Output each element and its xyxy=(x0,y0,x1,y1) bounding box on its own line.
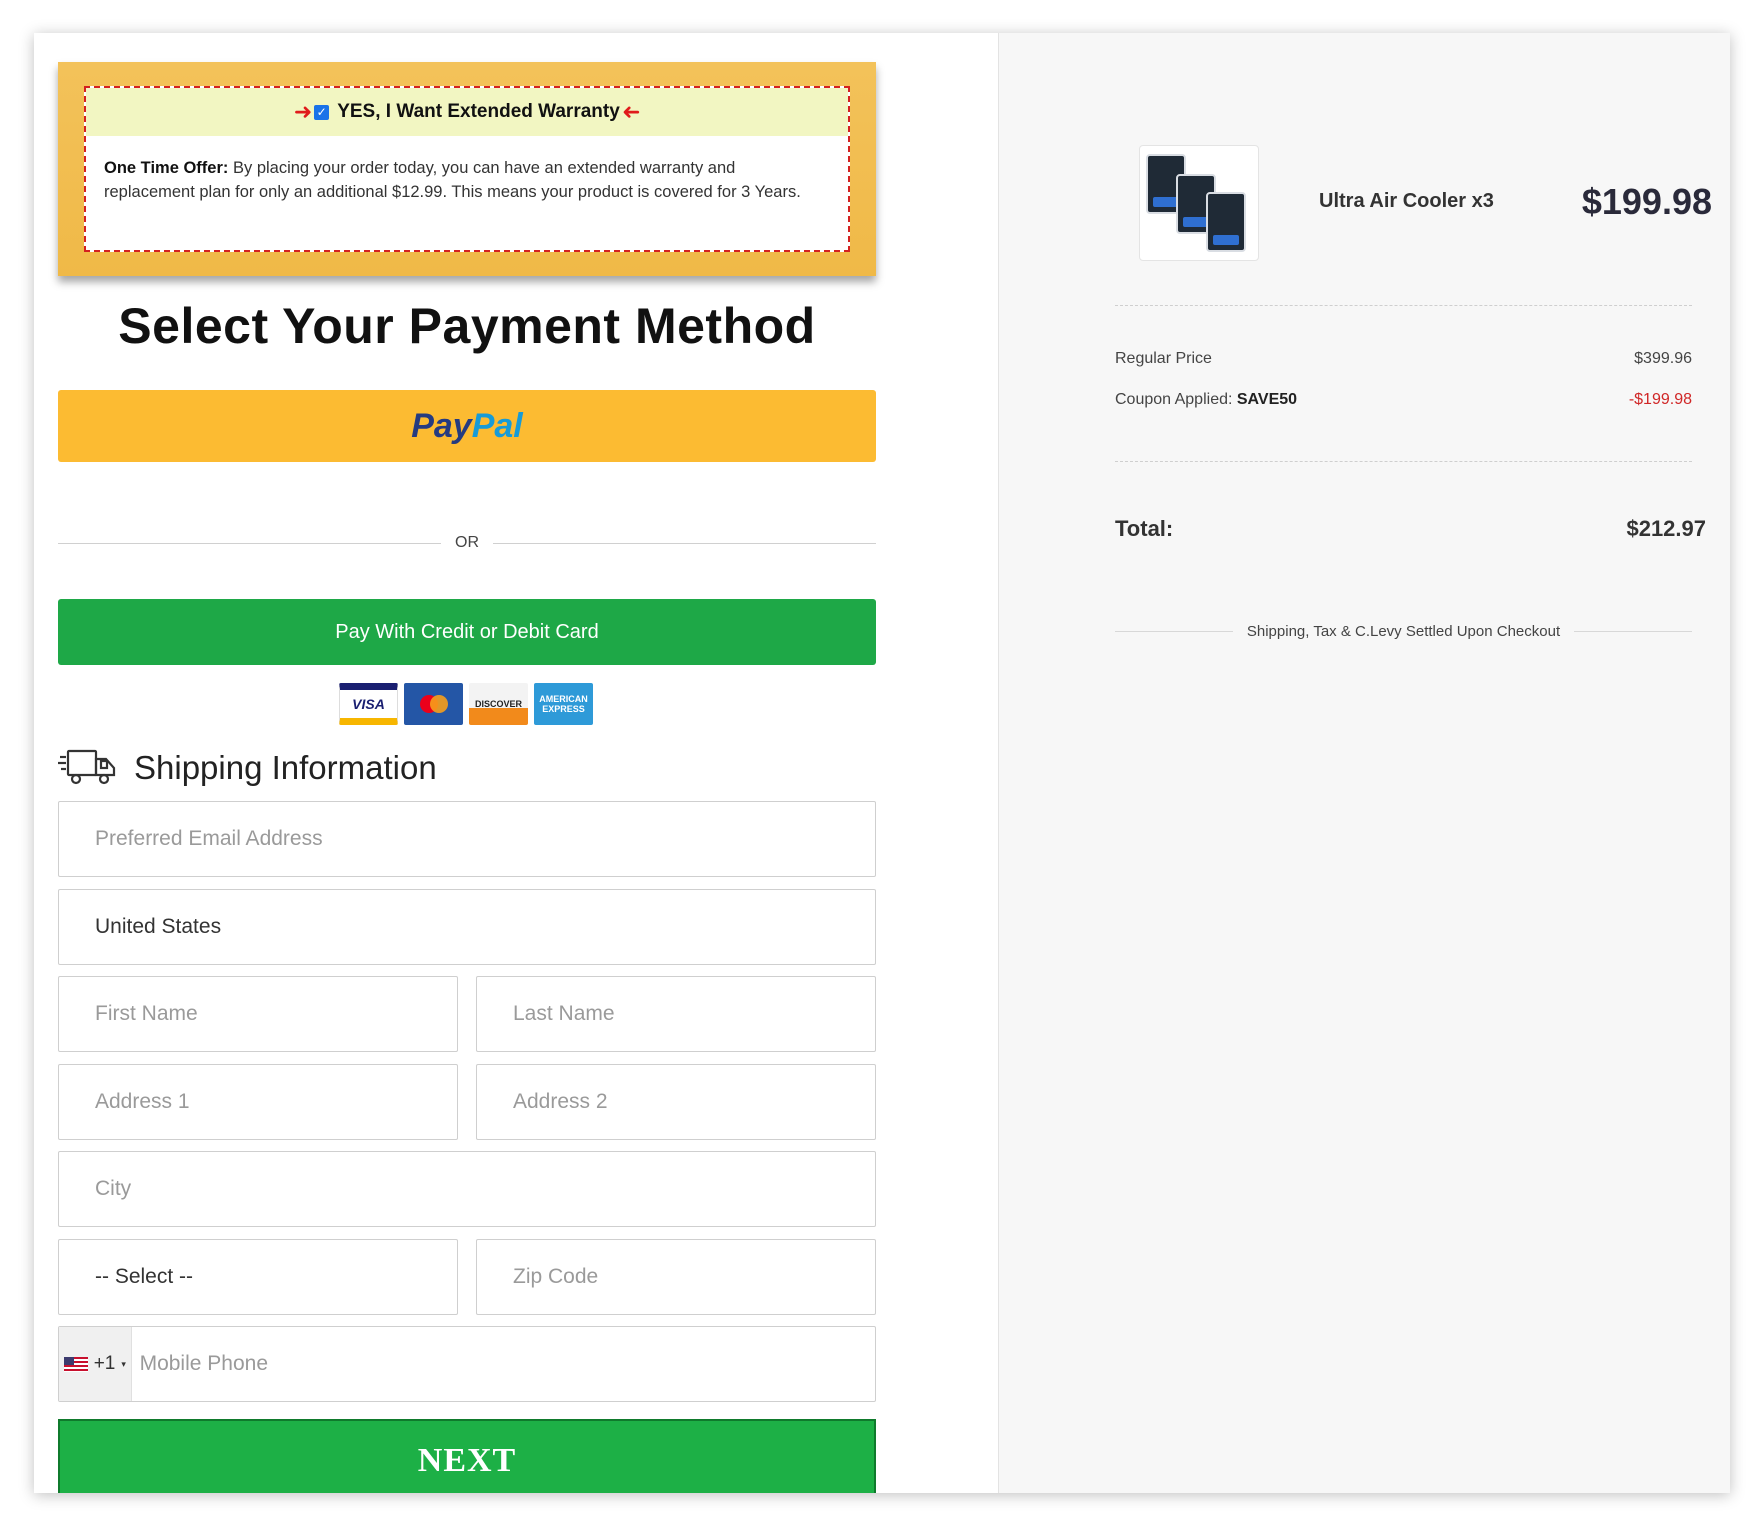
address1-wrap xyxy=(58,1064,458,1140)
product-name: Ultra Air Cooler x3 xyxy=(1319,190,1494,212)
arrow-left-icon: ➜ xyxy=(621,99,641,124)
offer-label: One Time Offer: xyxy=(104,159,229,177)
address1-field[interactable] xyxy=(59,1065,457,1139)
shipping-note-row: Shipping, Tax & C.Levy Settled Upon Chec… xyxy=(1115,623,1692,640)
shipping-header: Shipping Information xyxy=(58,745,437,791)
caret-down-icon: ▾ xyxy=(121,1358,126,1369)
product-image xyxy=(1139,145,1259,261)
last-name-field[interactable] xyxy=(477,977,875,1051)
state-select[interactable]: -- Select -- xyxy=(58,1239,458,1315)
delivery-truck-icon xyxy=(58,745,116,792)
discover-icon: DISCOVER xyxy=(469,683,528,725)
payment-method-title: Select Your Payment Method xyxy=(118,298,816,354)
warranty-heading: YES, I Want Extended Warranty xyxy=(337,101,620,122)
paypal-button[interactable]: Pay Pal xyxy=(58,390,876,462)
summary-divider xyxy=(1115,461,1692,462)
cooler-unit-icon xyxy=(1206,192,1246,252)
shipping-note: Shipping, Tax & C.Levy Settled Upon Chec… xyxy=(1246,623,1561,640)
next-button[interactable]: NEXT xyxy=(58,1419,876,1493)
country-value: United States xyxy=(95,915,222,938)
or-text: OR xyxy=(455,534,479,551)
regular-price-row: Regular Price $399.96 xyxy=(1115,350,1692,368)
card-logos: VISA DISCOVER AMERICAN EXPRESS xyxy=(339,683,593,725)
country-select[interactable]: United States xyxy=(58,889,876,965)
regular-price-label: Regular Price xyxy=(1115,350,1212,367)
checkout-card: ➜ ✓ YES, I Want Extended Warranty ➜ One … xyxy=(34,33,1730,1493)
divider-line xyxy=(1115,631,1233,632)
warranty-heading-row[interactable]: ➜ ✓ YES, I Want Extended Warranty ➜ xyxy=(86,88,848,136)
city-field[interactable] xyxy=(59,1152,875,1226)
email-field-wrap xyxy=(58,801,876,877)
first-name-wrap xyxy=(58,976,458,1052)
product-price: $199.98 xyxy=(1581,181,1712,222)
coupon-value: -$199.98 xyxy=(1628,391,1692,408)
warranty-offer-text: One Time Offer: By placing your order to… xyxy=(86,136,848,204)
divider-line xyxy=(1574,631,1692,632)
coupon-label: Coupon Applied: xyxy=(1115,391,1237,408)
us-flag-icon xyxy=(63,1356,88,1372)
state-value: -- Select -- xyxy=(95,1265,194,1288)
mastercard-icon xyxy=(404,683,463,725)
warranty-checkbox[interactable]: ✓ xyxy=(314,104,330,120)
city-wrap xyxy=(58,1151,876,1227)
pay-with-card-button[interactable]: Pay With Credit or Debit Card xyxy=(58,599,876,665)
divider-line xyxy=(58,542,441,544)
total-value: $212.97 xyxy=(1626,516,1706,541)
coupon-row: Coupon Applied: SAVE50 -$199.98 xyxy=(1115,391,1692,409)
arrow-right-icon: ➜ xyxy=(293,99,313,124)
first-name-field[interactable] xyxy=(59,977,457,1051)
zip-wrap xyxy=(476,1239,876,1315)
coupon-code: SAVE50 xyxy=(1236,391,1298,408)
coupon-label-group: Coupon Applied: SAVE50 xyxy=(1115,391,1297,409)
mobile-phone-field[interactable] xyxy=(131,1327,875,1401)
email-field[interactable] xyxy=(59,802,875,876)
order-summary-panel: Ultra Air Cooler x3 $199.98 Regular Pric… xyxy=(998,33,1730,1493)
total-row: Total: $212.97 xyxy=(1115,516,1706,542)
warranty-offer-box: ➜ ✓ YES, I Want Extended Warranty ➜ One … xyxy=(58,62,876,276)
phone-wrap: +1 ▾ xyxy=(58,1326,876,1402)
country-code-dropdown[interactable]: +1 ▾ xyxy=(59,1327,132,1401)
total-label: Total: xyxy=(1115,516,1174,541)
divider-line xyxy=(493,542,876,544)
regular-price-value: $399.96 xyxy=(1634,350,1692,367)
paypal-logo-pay: Pay xyxy=(411,406,472,445)
paypal-logo-pal: Pal xyxy=(471,406,523,445)
last-name-wrap xyxy=(476,976,876,1052)
shipping-title: Shipping Information xyxy=(134,749,437,786)
visa-icon: VISA xyxy=(339,683,398,725)
or-divider: OR xyxy=(58,533,876,553)
address2-field[interactable] xyxy=(477,1065,875,1139)
amex-icon: AMERICAN EXPRESS xyxy=(534,683,593,725)
phone-prefix-text: +1 xyxy=(93,1353,116,1374)
address2-wrap xyxy=(476,1064,876,1140)
warranty-offer-inner: ➜ ✓ YES, I Want Extended Warranty ➜ One … xyxy=(84,86,850,252)
checkout-left-panel: ➜ ✓ YES, I Want Extended Warranty ➜ One … xyxy=(34,33,998,1493)
summary-divider xyxy=(1115,305,1692,306)
zip-field[interactable] xyxy=(477,1240,875,1314)
